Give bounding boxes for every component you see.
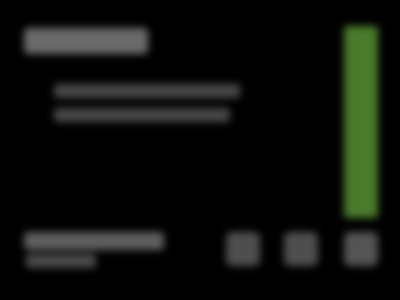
footer-sublabel bbox=[26, 254, 96, 268]
content-line bbox=[54, 84, 240, 98]
side-meter-bar[interactable] bbox=[344, 26, 378, 218]
blurred-ui-screen bbox=[0, 0, 400, 300]
header-title bbox=[24, 28, 148, 54]
footer-button-icon[interactable] bbox=[226, 232, 260, 266]
footer-button-icon[interactable] bbox=[344, 232, 378, 266]
footer-label bbox=[24, 232, 164, 250]
content-line bbox=[54, 108, 230, 122]
footer-button-icon[interactable] bbox=[284, 232, 318, 266]
